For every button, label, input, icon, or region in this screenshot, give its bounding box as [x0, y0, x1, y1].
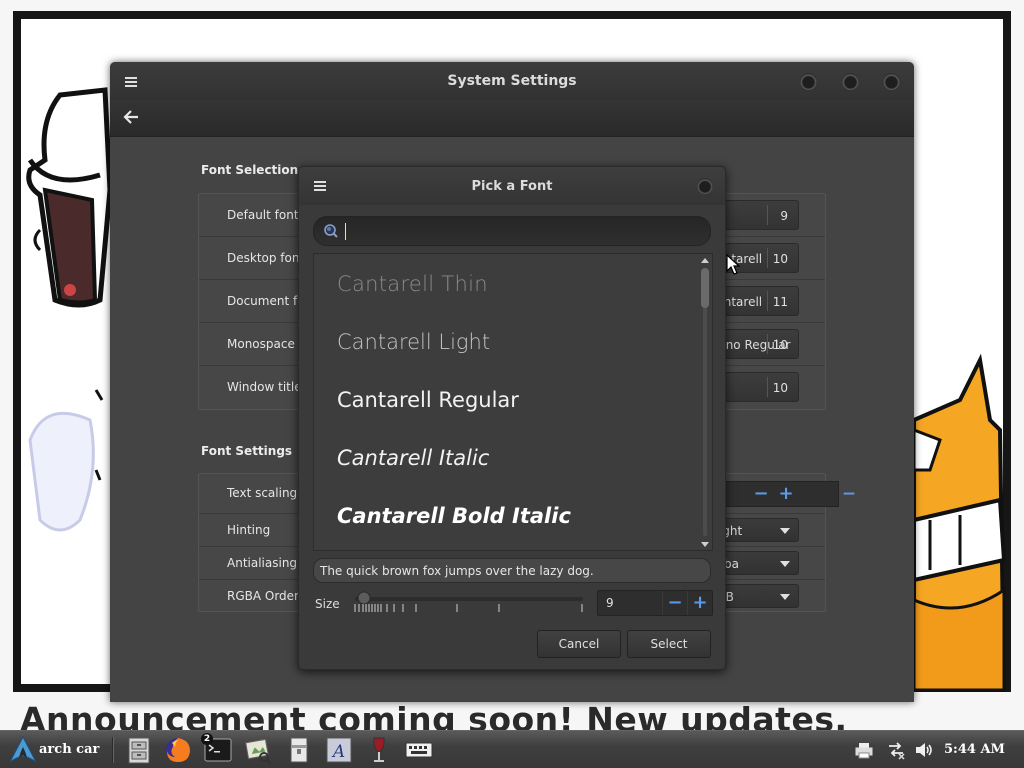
archive-icon[interactable]	[284, 735, 314, 765]
antialiasing-label: Antialiasing	[227, 556, 298, 570]
size-spinbox[interactable]: 9 − +	[597, 590, 713, 616]
chevron-down-icon	[780, 561, 790, 567]
font-settings-heading: Font Settings	[201, 444, 293, 458]
window-title-font-size: 10	[772, 381, 788, 395]
size-increase-button[interactable]: +	[687, 591, 712, 615]
dialog-titlebar[interactable]: Pick a Font	[299, 167, 725, 205]
text-scaling-decrease-button[interactable]: −	[839, 484, 859, 504]
text-scaling-plus-button[interactable]: +	[776, 484, 796, 504]
maximize-button[interactable]	[842, 73, 859, 90]
cancel-button[interactable]: Cancel	[537, 630, 621, 658]
hinting-label: Hinting	[227, 523, 271, 537]
font-list-scrollbar[interactable]	[698, 254, 712, 550]
separator	[767, 205, 768, 225]
scroll-down-arrow-icon[interactable]	[701, 542, 709, 547]
desktop-font-label: Desktop font	[227, 251, 305, 265]
text-cursor	[345, 223, 346, 240]
font-viewer-icon[interactable]: A	[324, 735, 354, 765]
minimize-button[interactable]	[800, 73, 817, 90]
search-icon	[324, 224, 338, 238]
pick-font-dialog: Pick a Font Cantarell Thin Cantarell Lig…	[298, 166, 726, 670]
size-slider[interactable]	[351, 591, 591, 619]
font-list-item-thin[interactable]: Cantarell Thin	[337, 272, 488, 296]
font-list[interactable]: Cantarell Thin Cantarell Light Cantarell…	[313, 253, 713, 551]
settings-toolbar	[110, 100, 914, 137]
font-search-box[interactable]	[313, 216, 711, 246]
text-scaling-minus-button[interactable]: −	[751, 484, 771, 504]
scroll-up-arrow-icon[interactable]	[701, 258, 709, 263]
volume-icon[interactable]	[914, 740, 934, 760]
separator	[767, 291, 768, 311]
font-search-input[interactable]	[350, 221, 690, 241]
font-list-item-light[interactable]: Cantarell Light	[337, 330, 490, 354]
size-label: Size	[315, 597, 340, 611]
rgba-order-label: RGBA Order	[227, 589, 299, 603]
firefox-icon[interactable]	[163, 735, 193, 765]
printer-icon[interactable]	[854, 740, 874, 760]
settings-titlebar[interactable]: System Settings	[110, 62, 914, 100]
svg-text:A: A	[331, 742, 345, 762]
separator	[767, 334, 768, 354]
dialog-close-button[interactable]	[697, 178, 713, 194]
taskbar-separator	[112, 737, 114, 763]
scroll-track[interactable]	[703, 268, 707, 536]
close-button[interactable]	[883, 73, 900, 90]
monospace-font-size: 10	[772, 338, 788, 352]
desktop-font-size: 10	[772, 252, 788, 266]
separator	[767, 248, 768, 268]
document-font-size: 11	[772, 295, 788, 309]
font-preview-field[interactable]: The quick brown fox jumps over the lazy …	[313, 558, 711, 583]
separator	[767, 377, 768, 397]
select-button[interactable]: Select	[627, 630, 711, 658]
dialog-title: Pick a Font	[471, 179, 553, 194]
default-font-size: 9	[780, 209, 788, 223]
file-cabinet-icon[interactable]	[124, 735, 154, 765]
terminal-window-count-badge: 2	[201, 733, 213, 745]
size-value[interactable]: 9	[606, 596, 614, 610]
size-decrease-button[interactable]: −	[662, 591, 687, 615]
font-list-item-regular[interactable]: Cantarell Regular	[337, 388, 519, 412]
font-list-item-italic[interactable]: Cantarell Italic	[337, 446, 489, 470]
chevron-down-icon	[780, 594, 790, 600]
chevron-down-icon	[780, 528, 790, 534]
font-list-item-bold-italic[interactable]: Cantarell Bold Italic	[337, 504, 571, 528]
start-menu-label[interactable]: arch car	[39, 742, 99, 757]
network-disconnected-icon[interactable]	[886, 740, 906, 760]
scroll-thumb[interactable]	[701, 268, 709, 308]
image-viewer-icon[interactable]	[243, 735, 273, 765]
taskbar: arch car 2 A 5:44 AM	[0, 730, 1024, 768]
default-font-label: Default font	[227, 208, 299, 222]
font-selection-heading: Font Selection	[201, 163, 299, 177]
window-title: System Settings	[447, 73, 577, 89]
font-preview-text: The quick brown fox jumps over the lazy …	[320, 564, 594, 578]
wine-icon[interactable]	[364, 735, 394, 765]
mouse-pointer-icon	[726, 254, 740, 275]
arch-logo-icon[interactable]	[8, 736, 38, 764]
clock[interactable]: 5:44 AM	[944, 742, 1005, 757]
keyboard-icon[interactable]	[404, 735, 434, 765]
back-arrow-icon[interactable]	[122, 108, 140, 126]
